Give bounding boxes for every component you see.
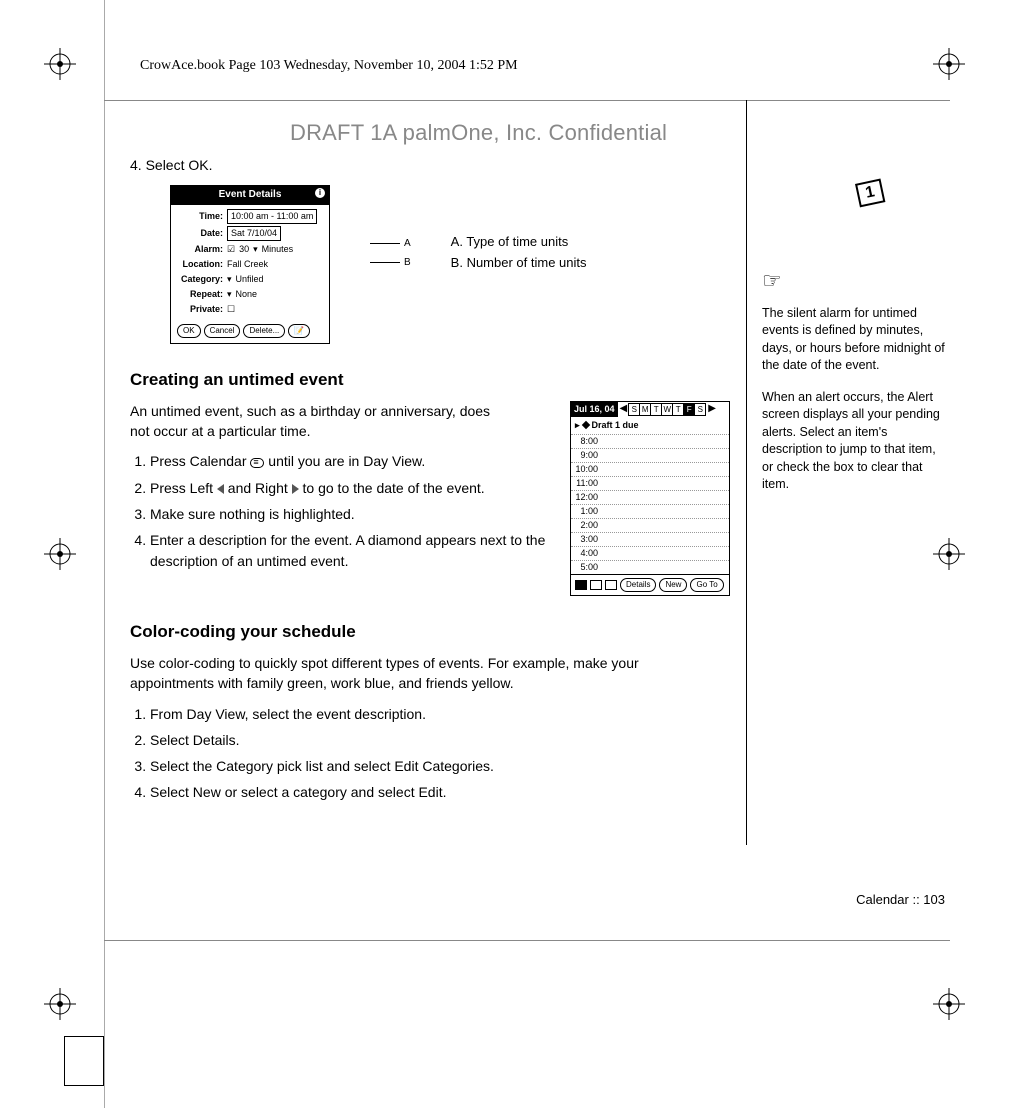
color-step-4: Select New or select a category and sele…: [150, 782, 690, 802]
cancel-button: Cancel: [204, 324, 241, 338]
private-checkbox-icon: ☐: [227, 303, 235, 316]
dv-time: 4:00: [575, 547, 601, 560]
callout-letters: A B: [370, 237, 411, 270]
crop-box: [64, 1036, 104, 1086]
dv-time: 2:00: [575, 519, 601, 532]
paperclip-note-icon: 1: [762, 170, 947, 226]
date-value: Sat 7/10/04: [227, 226, 281, 241]
details-button: Details: [620, 578, 656, 592]
untimed-event-text: Draft 1 due: [592, 419, 639, 432]
dv-time: 12:00: [575, 491, 601, 504]
location-value: Fall Creek: [227, 258, 268, 271]
alarm-unit: Minutes: [262, 243, 294, 256]
tip-pointer-icon: ☞: [762, 266, 947, 297]
left-arrow-icon: [217, 484, 224, 494]
dv-time: 3:00: [575, 533, 601, 546]
next-arrow-icon: ▶: [706, 402, 718, 417]
time-label: Time:: [177, 210, 223, 223]
dv-time: 11:00: [575, 477, 601, 490]
alarm-checkbox-icon: ☑: [227, 243, 235, 256]
crop-line: [104, 0, 105, 1108]
color-step-1: From Day View, select the event descript…: [150, 704, 690, 724]
registration-mark-icon: [933, 538, 965, 570]
registration-mark-icon: [933, 48, 965, 80]
untimed-step-2: Press Left and Right to go to the date o…: [150, 478, 550, 498]
dv-time: 9:00: [575, 449, 601, 462]
diamond-icon: [581, 421, 589, 429]
repeat-label: Repeat:: [177, 288, 223, 301]
color-step-2: Select Details.: [150, 730, 690, 750]
day-view-screenshot: Jul 16, 04 ◀ S M T W T F S ▶ ▸ Draft 1 d…: [570, 401, 730, 597]
date-label: Date:: [177, 227, 223, 240]
bullet-icon: ▸: [575, 419, 580, 432]
untimed-steps: Press Calendar until you are in Day View…: [130, 451, 550, 570]
callout-key: A. Type of time units B. Number of time …: [451, 233, 587, 275]
color-steps: From Day View, select the event descript…: [130, 704, 730, 803]
right-arrow-icon: [292, 484, 299, 494]
view-icon: [590, 580, 602, 590]
dv-time: 10:00: [575, 463, 601, 476]
untimed-step-3: Make sure nothing is highlighted.: [150, 504, 550, 524]
location-label: Location:: [177, 258, 223, 271]
event-details-dialog: Event Details i Time: 10:00 am - 11:00 am…: [170, 185, 330, 344]
main-column: 4. Select OK. Event Details i Time: 10:00…: [130, 155, 730, 809]
private-label: Private:: [177, 303, 223, 316]
untimed-step-1: Press Calendar until you are in Day View…: [150, 451, 550, 471]
alarm-num: 30: [239, 243, 249, 256]
calendar-button-icon: [250, 458, 264, 468]
color-intro: Use color-coding to quickly spot differe…: [130, 653, 690, 694]
registration-mark-icon: [44, 48, 76, 80]
step-4: 4. Select OK.: [130, 155, 730, 175]
dialog-title-text: Event Details: [219, 189, 282, 200]
untimed-intro: An untimed event, such as a birthday or …: [130, 401, 510, 442]
dialog-title: Event Details i: [171, 186, 329, 205]
info-icon: i: [315, 188, 325, 198]
category-label: Category:: [177, 273, 223, 286]
category-value: Unfiled: [236, 273, 264, 286]
key-b: B. Number of time units: [451, 254, 587, 273]
dv-time: 5:00: [575, 561, 601, 574]
rule-bottom: [104, 940, 950, 941]
color-step-3: Select the Category pick list and select…: [150, 756, 690, 776]
rule-top: [104, 100, 950, 101]
heading-untimed: Creating an untimed event: [130, 368, 730, 393]
callout-a: A: [404, 238, 411, 249]
dv-time: 1:00: [575, 505, 601, 518]
registration-mark-icon: [44, 538, 76, 570]
repeat-value: None: [236, 288, 258, 301]
note-icon: 📝: [288, 324, 310, 338]
goto-button: Go To: [690, 578, 723, 592]
view-icon: [575, 580, 587, 590]
registration-mark-icon: [44, 988, 76, 1020]
registration-mark-icon: [933, 988, 965, 1020]
dv-date: Jul 16, 04: [571, 402, 618, 417]
key-a: A. Type of time units: [451, 233, 587, 252]
sidebar-column: 1 ☞ The silent alarm for untimed events …: [762, 170, 947, 494]
new-button: New: [659, 578, 687, 592]
ok-button: OK: [177, 324, 201, 338]
tip-2: When an alert occurs, the Alert screen d…: [762, 389, 947, 494]
running-header: CrowAce.book Page 103 Wednesday, Novembe…: [140, 58, 518, 74]
alarm-label: Alarm:: [177, 243, 223, 256]
watermark: DRAFT 1A palmOne, Inc. Confidential: [290, 120, 667, 146]
tip-1: The silent alarm for untimed events is d…: [762, 305, 947, 375]
untimed-step-4: Enter a description for the event. A dia…: [150, 530, 550, 571]
dv-time: 8:00: [575, 435, 601, 448]
callout-b: B: [404, 257, 411, 268]
heading-color: Color-coding your schedule: [130, 620, 730, 645]
page-footer: Calendar :: 103: [856, 892, 945, 907]
delete-button: Delete...: [243, 324, 285, 338]
time-value: 10:00 am - 11:00 am: [227, 209, 317, 224]
dv-day: S: [694, 403, 706, 416]
column-divider: [746, 100, 747, 845]
view-icon: [605, 580, 617, 590]
